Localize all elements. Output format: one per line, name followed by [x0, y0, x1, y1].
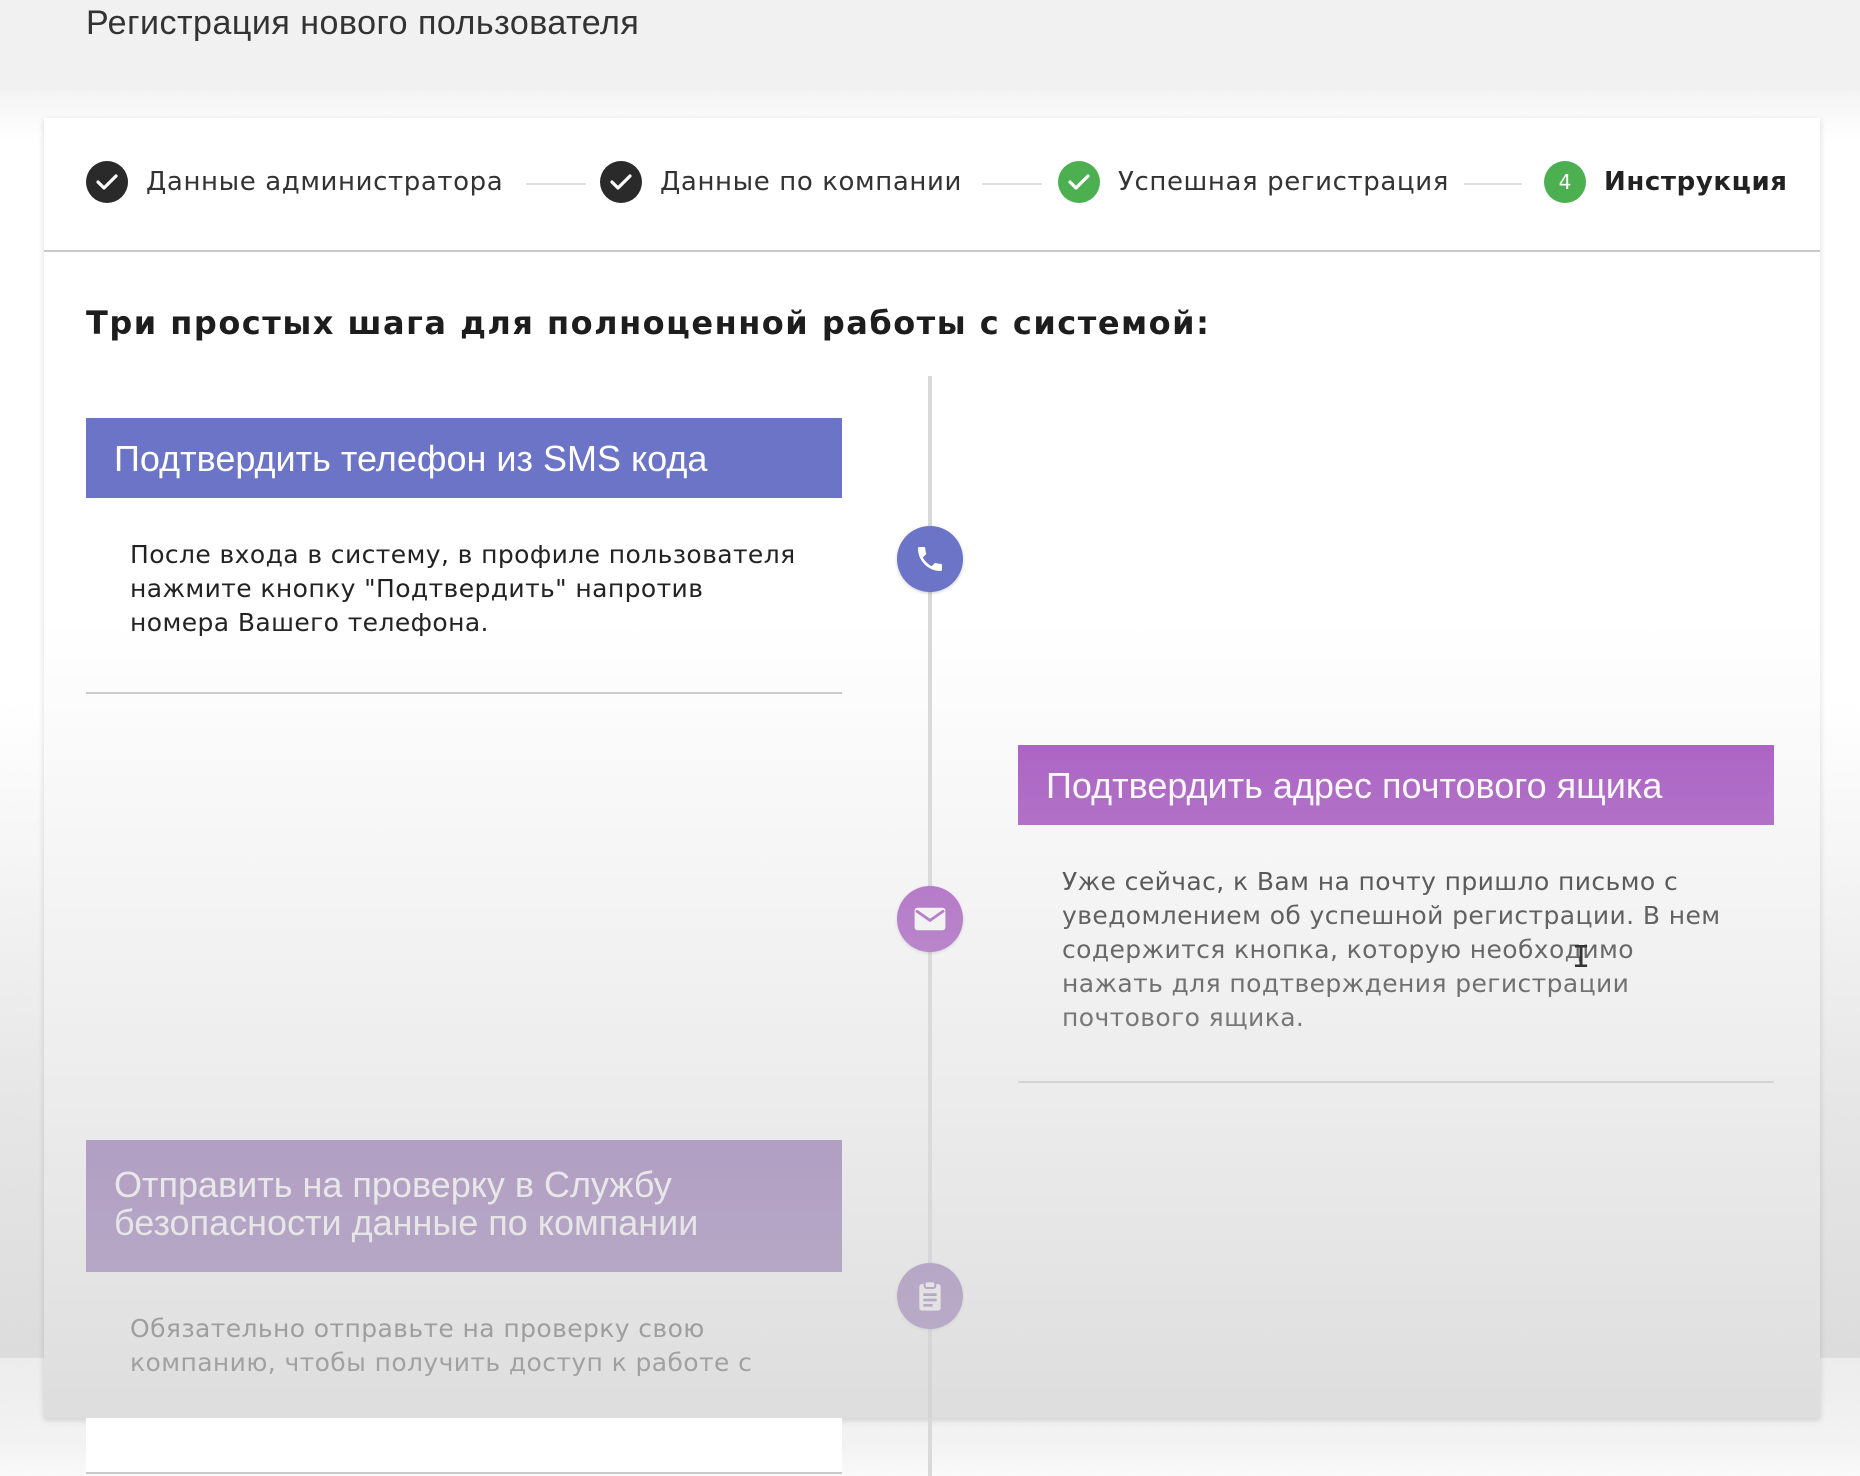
section-heading: Три простых шага для полноценной работы … — [86, 304, 1211, 342]
step-label: Инструкция — [1604, 167, 1788, 197]
step-label: Успешная регистрация — [1118, 167, 1449, 197]
text-cursor-icon: I — [1572, 940, 1591, 975]
registration-card: Данные администратора Данные по компании… — [44, 118, 1820, 1476]
step-number-badge: 4 — [1544, 161, 1586, 203]
timeline-card-text: После входа в систему, в профиле пользов… — [130, 540, 796, 637]
timeline-card-title: Подтвердить адрес почтового ящика — [1018, 745, 1774, 825]
stepper: Данные администратора Данные по компании… — [44, 118, 1820, 252]
timeline-card-title: Подтвердить телефон из SMS кода — [86, 418, 842, 498]
check-icon — [86, 161, 128, 203]
step-connector — [1464, 183, 1522, 185]
step-connector — [982, 183, 1042, 185]
clipboard-icon — [897, 1263, 963, 1329]
check-icon — [600, 161, 642, 203]
step-company-data[interactable]: Данные по компании — [600, 160, 962, 204]
timeline-card-text: Уже сейчас, к Вам на почту пришло письмо… — [1062, 867, 1721, 1032]
header-bar: Регистрация нового пользователя — [0, 0, 1860, 90]
timeline-card-text: Обязательно отправьте на проверку свою к… — [130, 1314, 753, 1377]
mail-icon — [897, 886, 963, 952]
step-instruction[interactable]: 4 Инструкция — [1544, 160, 1788, 204]
phone-icon — [897, 526, 963, 592]
check-icon — [1058, 161, 1100, 203]
timeline-card-email: Подтвердить адрес почтового ящика Уже се… — [1018, 745, 1774, 1083]
timeline-card-phone: Подтвердить телефон из SMS кода После вх… — [86, 418, 842, 694]
timeline-card-security: Отправить на проверку в Службу безопасно… — [86, 1140, 842, 1474]
timeline-card-title: Отправить на проверку в Службу безопасно… — [86, 1140, 842, 1272]
page-title: Регистрация нового пользователя — [86, 4, 640, 42]
step-label: Данные администратора — [146, 167, 504, 197]
step-admin-data[interactable]: Данные администратора — [86, 160, 503, 204]
step-label: Данные по компании — [660, 167, 962, 197]
step-connector — [526, 183, 586, 185]
step-success[interactable]: Успешная регистрация — [1058, 160, 1449, 204]
